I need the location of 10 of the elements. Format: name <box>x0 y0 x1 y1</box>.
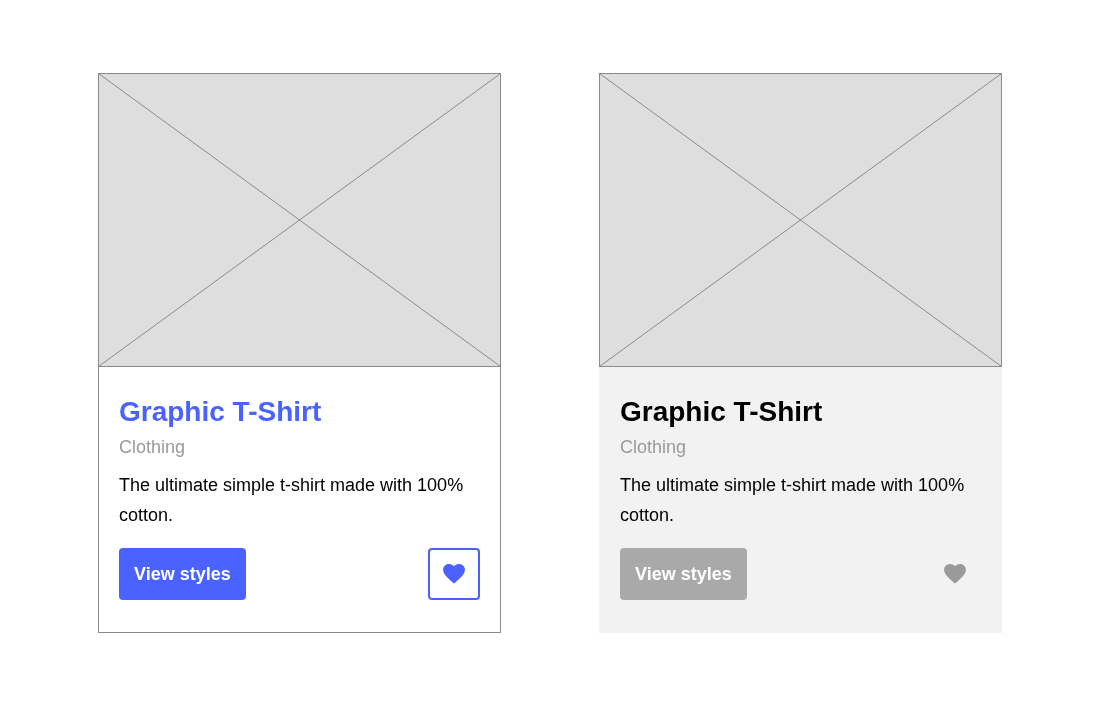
card-title: Graphic T-Shirt <box>620 395 824 429</box>
heart-icon <box>944 564 966 584</box>
favorite-button[interactable] <box>428 548 480 600</box>
category-label: Clothing <box>119 436 187 459</box>
card-title: Graphic T-Shirt <box>119 395 323 429</box>
card-description: The ultimate simple t-shirt made with 100% cotton. <box>119 474 465 527</box>
view-styles-button[interactable]: View styles <box>119 548 246 600</box>
category-label: Clothing <box>620 436 688 459</box>
card-description: The ultimate simple t-shirt made with 100% cotton. <box>620 474 966 527</box>
heart-icon <box>443 564 465 584</box>
